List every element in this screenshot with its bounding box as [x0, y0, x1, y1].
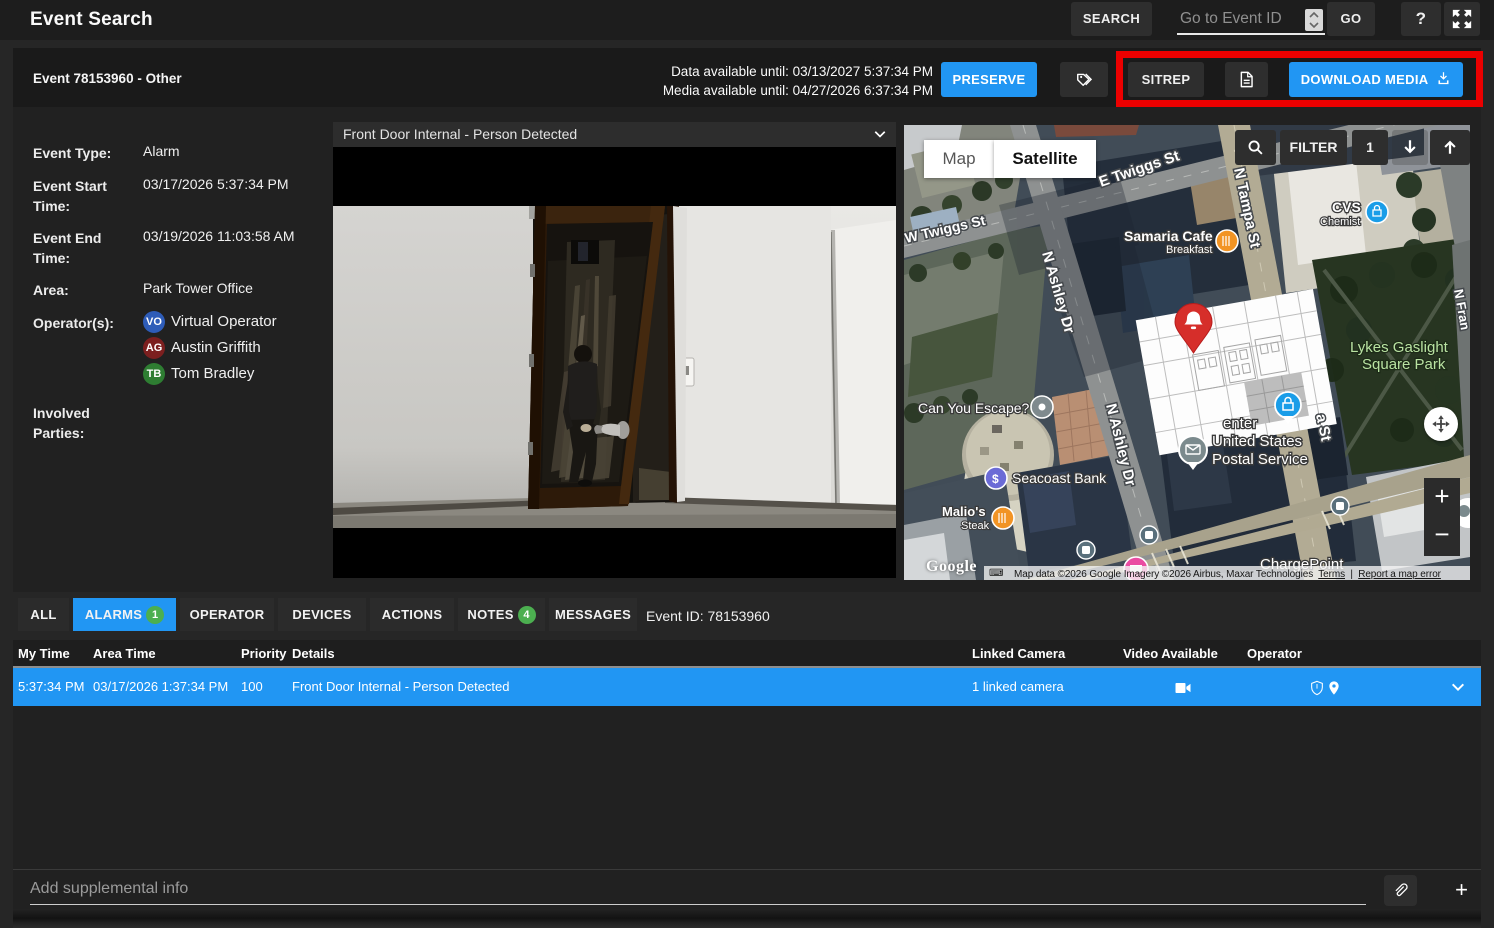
svg-text:Steak: Steak	[961, 520, 990, 532]
svg-text:Postal Service: Postal Service	[1212, 451, 1308, 468]
svg-text:Breakfast: Breakfast	[1166, 244, 1212, 256]
svg-text:Samaria Cafe: Samaria Cafe	[1124, 228, 1213, 244]
svg-text:Can You Escape?: Can You Escape?	[918, 400, 1030, 416]
svg-text:Seacoast Bank: Seacoast Bank	[1012, 470, 1107, 486]
svg-text:Chemist: Chemist	[1320, 216, 1360, 228]
svg-text:Square Park: Square Park	[1362, 356, 1446, 373]
svg-text:enter: enter	[1223, 415, 1257, 432]
svg-text:United States: United States	[1212, 433, 1302, 450]
svg-text:CVS: CVS	[1332, 199, 1361, 215]
svg-text:Lykes Gaslight: Lykes Gaslight	[1350, 339, 1449, 356]
svg-text:$: $	[992, 472, 999, 486]
svg-text:Malio's: Malio's	[942, 504, 986, 519]
